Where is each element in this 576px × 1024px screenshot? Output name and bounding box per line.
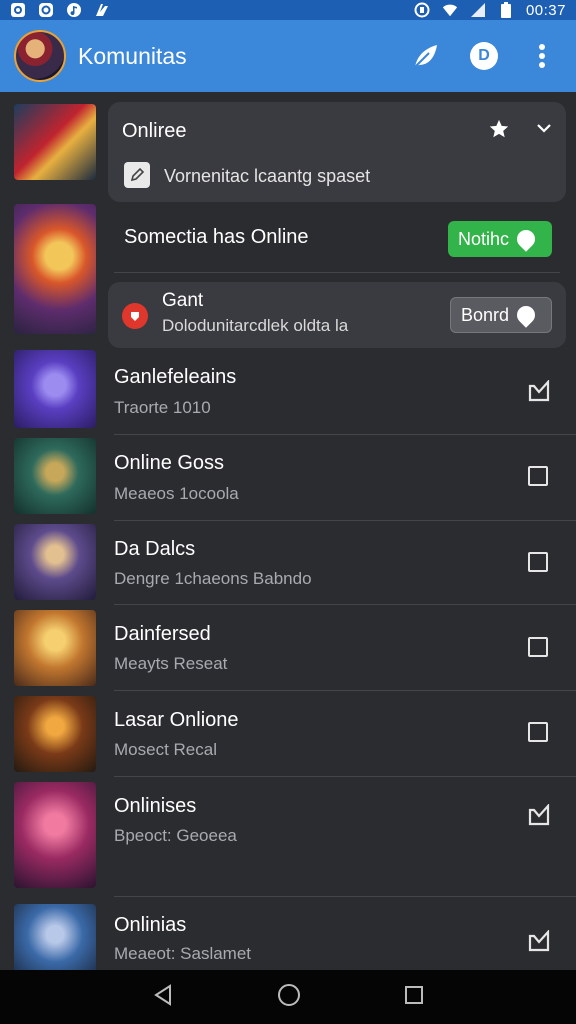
divider	[114, 690, 576, 691]
checkbox[interactable]	[528, 637, 548, 657]
recents-icon	[405, 985, 424, 1004]
checkbox-checked[interactable]	[528, 930, 550, 952]
notify-button[interactable]: Notihc	[448, 221, 552, 257]
game-badge-icon	[122, 303, 148, 329]
thumbnail-item-3	[14, 524, 96, 600]
cell-signal-icon	[470, 2, 486, 18]
home-button[interactable]	[277, 983, 301, 1012]
thumbnail-item-6	[14, 782, 96, 888]
divider	[114, 272, 560, 273]
list-item-title: Lasar Onlione	[114, 709, 239, 731]
back-button[interactable]	[152, 983, 174, 1011]
list-item-title: Dainfersed	[114, 623, 211, 645]
featured-title: Somectia has Online	[124, 226, 309, 248]
avatar[interactable]	[14, 30, 66, 82]
online-card[interactable]: Onliree Vornenitac lcaantg spaset	[108, 102, 566, 202]
star-icon	[489, 119, 509, 138]
status-time: 00:37	[525, 1, 566, 19]
app-bar-actions: D	[410, 40, 558, 72]
leaf-icon	[414, 45, 437, 68]
chevron-down-icon	[537, 124, 551, 133]
divider	[114, 776, 576, 777]
page-title: Komunitas	[78, 42, 187, 69]
checkbox[interactable]	[528, 722, 548, 742]
system-nav-bar	[0, 970, 576, 1024]
divider	[114, 434, 576, 435]
star-button[interactable]	[488, 118, 510, 145]
thumbnail-item-1	[14, 350, 96, 428]
divider	[114, 896, 576, 897]
list-item-subtitle: Bpeoct: Geoeea	[114, 826, 237, 845]
status-bar: 00:37	[0, 0, 576, 20]
profile-badge-button[interactable]: D	[468, 40, 500, 72]
board-button[interactable]: Bonrd	[450, 297, 552, 333]
list-item-title: Online Goss	[114, 452, 225, 474]
online-card-description: Vornenitac lcaantg spaset	[164, 166, 371, 186]
list-item-title: Onlinias	[114, 914, 187, 936]
thumbnail-online	[14, 104, 96, 180]
battery-icon	[498, 2, 514, 18]
list-item-subtitle: Dengre 1chaeons Babndo	[114, 569, 312, 588]
status-right-icons: 00:37	[414, 2, 566, 19]
list-item-subtitle: Traorte 1010	[114, 398, 211, 417]
list-item-subtitle: Mosect Recal	[114, 740, 217, 759]
nfc-icon	[414, 2, 430, 18]
divider	[114, 604, 576, 605]
edit-icon	[124, 162, 150, 188]
status-left-icons	[10, 2, 110, 18]
notify-button-label: Notihc	[458, 228, 510, 249]
online-card-title: Onliree	[122, 120, 187, 142]
expand-button[interactable]	[536, 120, 552, 141]
thumbnail-item-2	[14, 438, 96, 514]
content-scroll[interactable]: Onliree Vornenitac lcaantg spaset Somect…	[0, 92, 576, 970]
recents-button[interactable]	[404, 985, 424, 1010]
location-pin-icon	[513, 302, 539, 328]
back-icon	[153, 983, 171, 1006]
app-bar: Komunitas D	[0, 20, 576, 92]
more-options-button[interactable]	[526, 40, 558, 72]
home-icon	[277, 983, 300, 1006]
list-item-subtitle: Meaeot: Saslamet	[114, 944, 252, 963]
thumbnail-featured	[14, 204, 96, 334]
checkbox-checked[interactable]	[528, 380, 550, 402]
wifi-icon	[442, 2, 458, 18]
shield-icon	[38, 2, 54, 18]
list-item-title: Ganlefeleains	[114, 366, 237, 388]
more-vert-icon	[539, 44, 545, 68]
leaf-button[interactable]	[410, 40, 442, 72]
board-button-label: Bonrd	[461, 304, 510, 325]
signal-app-icon	[94, 2, 110, 18]
list-item-title: Onlinises	[114, 795, 197, 817]
checkbox[interactable]	[528, 466, 548, 486]
thumbnail-item-5	[14, 696, 96, 772]
game-card-title: Gant	[162, 290, 204, 311]
camera-icon	[10, 2, 26, 18]
music-icon	[66, 2, 82, 18]
checkbox-checked[interactable]	[528, 804, 550, 826]
profile-badge: D	[470, 42, 498, 70]
list-item-subtitle: Meayts Reseat	[114, 654, 228, 673]
game-card-subtitle: Dolodunitarcdlek oldta la	[162, 316, 349, 335]
location-pin-icon	[513, 226, 539, 252]
game-card[interactable]: Gant Dolodunitarcdlek oldta la Bonrd	[108, 282, 566, 348]
divider	[114, 520, 576, 521]
list-item-subtitle: Meaeos 1ocoola	[114, 484, 239, 503]
thumbnail-item-4	[14, 610, 96, 686]
checkbox[interactable]	[528, 552, 548, 572]
list-item-title: Da Dalcs	[114, 538, 196, 560]
thumbnail-item-7	[14, 904, 96, 970]
